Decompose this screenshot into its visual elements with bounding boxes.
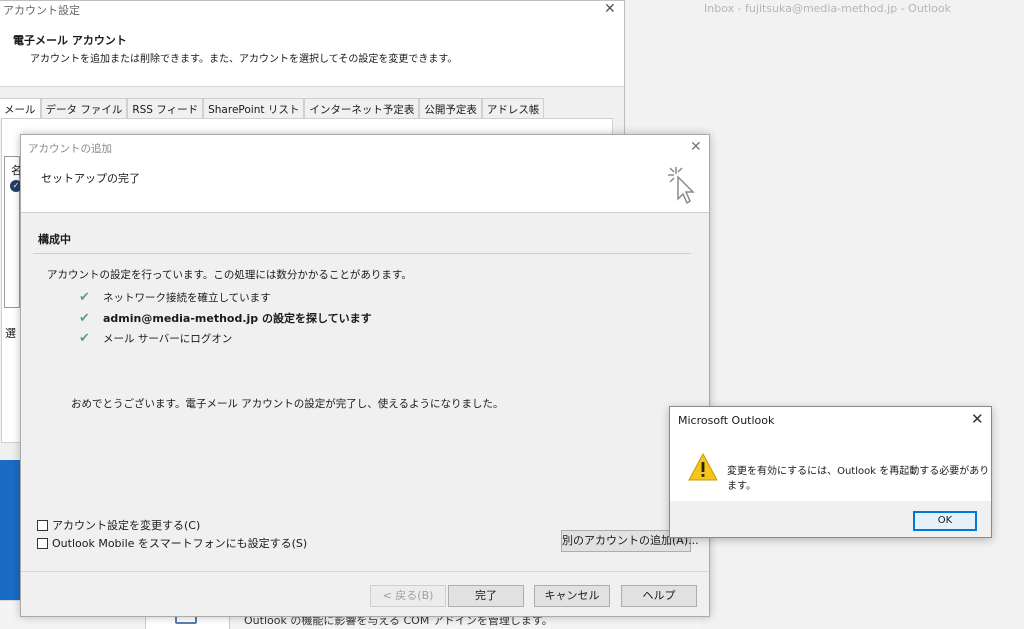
- alert-message: 変更を有効にするには、Outlook を再起動する必要があります。: [727, 466, 990, 492]
- add-account-close-icon[interactable]: ✕: [690, 139, 702, 155]
- step-find-settings: ✔ admin@media-method.jp の設定を探しています: [79, 310, 372, 326]
- warning-icon: [688, 453, 718, 481]
- footer-divider: [21, 571, 709, 572]
- alert-footer: OK: [670, 501, 991, 537]
- change-settings-checkbox-row[interactable]: アカウント設定を変更する(C): [37, 517, 200, 533]
- tab-published-calendars[interactable]: 公開予定表: [419, 98, 482, 118]
- restart-alert-dialog: Microsoft Outlook ✕ 変更を有効にするには、Outlook を…: [669, 406, 992, 538]
- cursor-click-icon: [668, 167, 695, 205]
- configuring-info: アカウントの設定を行っています。この処理には数分かかることがあります。: [47, 269, 412, 281]
- change-settings-label: アカウント設定を変更する(C): [52, 519, 201, 532]
- step-text: admin@media-method.jp の設定を探しています: [103, 312, 372, 325]
- congrats-message: おめでとうございます。電子メール アカウントの設定が完了し、使えるようになりまし…: [71, 398, 504, 410]
- account-list[interactable]: [4, 156, 20, 308]
- add-account-header: アカウントの追加 ✕ セットアップの完了: [21, 135, 709, 213]
- change-settings-checkbox[interactable]: [37, 519, 48, 531]
- alert-close-icon[interactable]: ✕: [971, 410, 984, 428]
- tab-data-files[interactable]: データ ファイル: [40, 98, 128, 118]
- account-settings-tabs: メール データ ファイル RSS フィード SharePoint リスト インタ…: [0, 98, 545, 119]
- mobile-setup-label: Outlook Mobile をスマートフォンにも設定する(S): [52, 537, 308, 550]
- alert-title: Microsoft Outlook: [678, 414, 775, 427]
- check-icon: ✔: [79, 331, 90, 346]
- step-text: ネットワーク接続を確立しています: [103, 292, 271, 304]
- section-divider: [33, 253, 691, 254]
- email-accounts-description: アカウントを追加または削除できます。また、アカウントを選択してその設定を変更でき…: [30, 54, 458, 65]
- selected-account-label: 選: [5, 327, 16, 340]
- tab-internet-calendars[interactable]: インターネット予定表: [304, 98, 420, 118]
- email-accounts-heading: 電子メール アカウント: [13, 34, 127, 47]
- outlook-window-title: Inbox - fujitsuka@media-method.jp - Outl…: [704, 2, 951, 15]
- cancel-button[interactable]: キャンセル: [534, 585, 610, 607]
- step-logon: ✔ メール サーバーにログオン: [79, 331, 232, 346]
- add-account-title: アカウントの追加: [28, 143, 112, 155]
- help-button[interactable]: ヘルプ: [621, 585, 697, 607]
- ok-button[interactable]: OK: [913, 511, 977, 531]
- back-button[interactable]: < 戻る(B): [370, 585, 446, 607]
- check-icon: ✔: [79, 310, 90, 326]
- tab-sharepoint-lists[interactable]: SharePoint リスト: [203, 98, 305, 118]
- step-network: ✔ ネットワーク接続を確立しています: [79, 290, 271, 305]
- tab-address-books[interactable]: アドレス帳: [481, 98, 545, 118]
- tab-rss-feeds[interactable]: RSS フィード: [127, 98, 204, 118]
- finish-button[interactable]: 完了: [448, 585, 524, 607]
- account-settings-close-icon[interactable]: ✕: [604, 1, 616, 17]
- add-account-dialog: アカウントの追加 ✕ セットアップの完了 構成中 アカウントの設定を行っています…: [20, 134, 710, 617]
- mobile-setup-checkbox-row[interactable]: Outlook Mobile をスマートフォンにも設定する(S): [37, 535, 307, 551]
- tab-mail[interactable]: メール: [0, 98, 41, 119]
- configuring-title: 構成中: [38, 233, 71, 246]
- mobile-setup-checkbox[interactable]: [37, 537, 48, 549]
- check-icon: ✔: [79, 290, 90, 305]
- step-text: メール サーバーにログオン: [103, 333, 233, 345]
- account-settings-title: アカウント設定: [3, 4, 80, 17]
- setup-complete-heading: セットアップの完了: [41, 172, 140, 185]
